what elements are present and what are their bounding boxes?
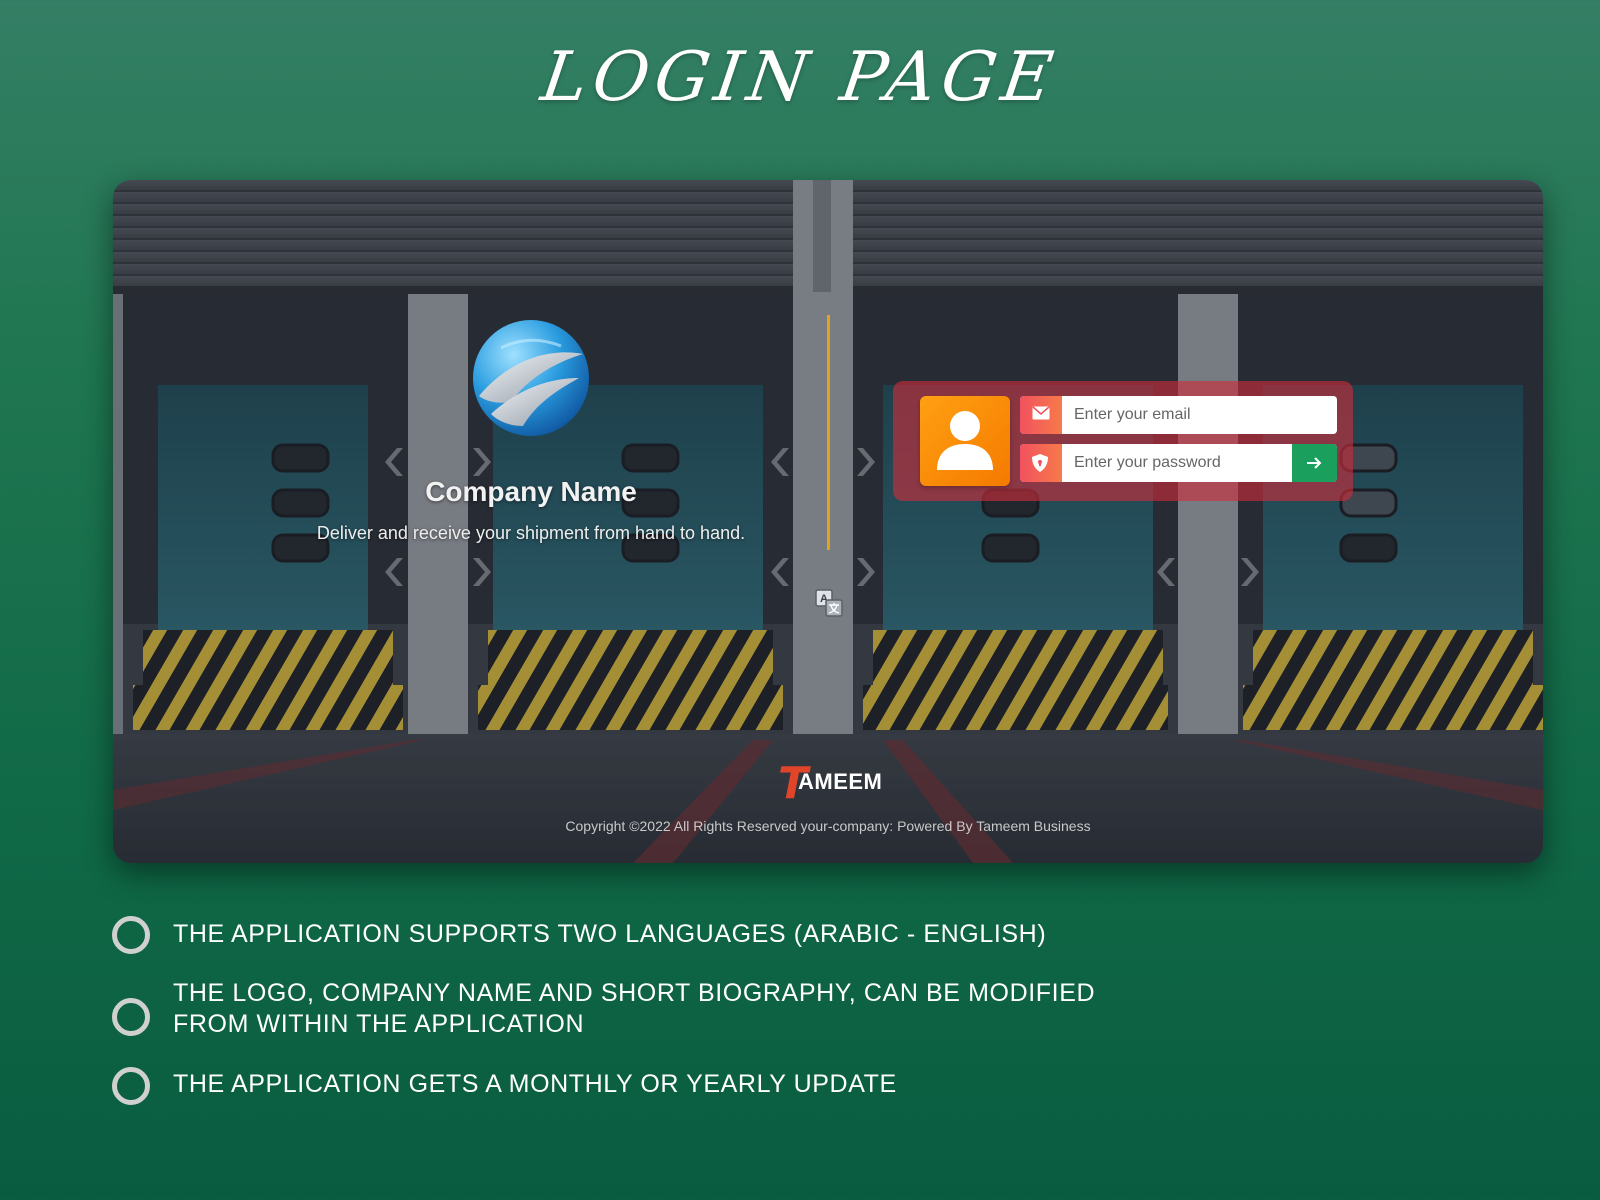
circle-bullet-icon: [112, 998, 150, 1036]
feature-text: THE APPLICATION GETS A MONTHLY OR YEARLY…: [173, 1070, 897, 1098]
password-input[interactable]: [1062, 444, 1292, 482]
feature-text: THE APPLICATION SUPPORTS TWO LANGUAGES (…: [173, 920, 1047, 948]
tameem-logo: T AMEEM: [778, 762, 888, 808]
company-name: Company Name: [425, 476, 637, 507]
arrow-right-icon: [1307, 457, 1322, 469]
page-title: LOGIN PAGE: [536, 38, 1064, 117]
globe-logo-icon: [473, 320, 589, 436]
divider: [827, 315, 830, 550]
user-icon: [920, 396, 1010, 486]
circle-bullet-icon: [112, 916, 150, 954]
email-input[interactable]: [1062, 396, 1337, 434]
circle-bullet-icon: [112, 1067, 150, 1105]
email-field: [1020, 396, 1337, 434]
login-form: [893, 381, 1353, 501]
submit-button[interactable]: [1292, 444, 1337, 482]
login-screenshot: Company Name Deliver and receive your sh…: [113, 180, 1543, 863]
shield-icon: [1020, 444, 1062, 482]
password-field: [1020, 444, 1337, 482]
company-tagline: Deliver and receive your shipment from h…: [316, 523, 746, 543]
tameem-logo-text: AMEEM: [798, 769, 883, 794]
copyright-text: Copyright ©2022 All Rights Reserved your…: [565, 818, 1091, 834]
feature-text: THE LOGO, COMPANY NAME AND SHORT BIOGRAP…: [173, 979, 1096, 1038]
envelope-icon: [1020, 396, 1062, 434]
translate-icon[interactable]: A: [813, 587, 845, 619]
